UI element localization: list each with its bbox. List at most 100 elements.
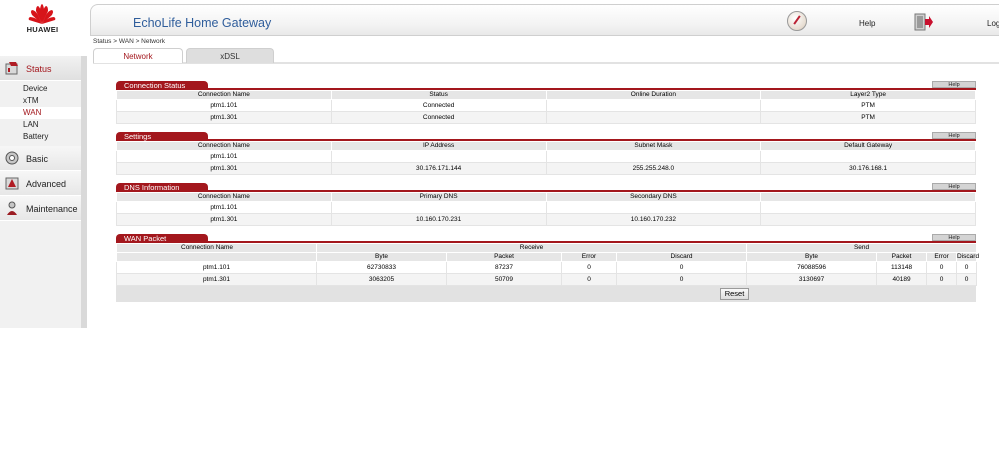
table-row: ptm1.101 <box>116 201 976 214</box>
dns-table: Connection Name Primary DNS Secondary DN… <box>116 192 976 226</box>
sidebar-item-device[interactable]: Device <box>0 83 81 95</box>
column-header: Error <box>561 252 617 262</box>
help-button[interactable]: Help <box>932 132 976 139</box>
status-subitems: Device xTM WAN LAN Battery <box>0 81 81 146</box>
column-header: Connection Name <box>116 90 332 100</box>
help-link[interactable]: Help <box>859 19 875 28</box>
settings-table: Connection Name IP Address Subnet Mask D… <box>116 141 976 175</box>
help-icon[interactable] <box>787 11 807 31</box>
reset-button[interactable]: Reset <box>720 288 749 300</box>
advanced-icon <box>5 177 19 190</box>
table-cell: 0 <box>956 261 978 274</box>
help-button[interactable]: Help <box>932 234 976 241</box>
column-header: Error <box>926 252 958 262</box>
help-button[interactable]: Help <box>932 183 976 190</box>
wan-packet-footer: Reset <box>116 286 976 302</box>
sidebar-item-lan[interactable]: LAN <box>0 119 81 131</box>
table-cell <box>545 150 762 163</box>
logout-link[interactable]: Log <box>987 19 999 28</box>
column-header: Byte <box>316 252 447 262</box>
table-cell: 62730833 <box>316 261 447 274</box>
dns-information-section: DNS Information Help Connection Name Pri… <box>116 183 976 226</box>
huawei-logo: HUAWEI <box>0 0 85 38</box>
connection-status-section: Connection Status Help Connection Name S… <box>116 81 976 124</box>
table-cell: 0 <box>926 261 958 274</box>
table-cell: 10.160.170.231 <box>330 213 547 226</box>
column-header: Primary DNS <box>330 192 547 202</box>
wan-packet-section: WAN Packet Help Connection Name Receive … <box>116 234 979 302</box>
table-cell: ptm1.301 <box>116 213 332 226</box>
page-title: EchoLife Home Gateway <box>133 16 272 30</box>
column-header: Subnet Mask <box>545 141 762 151</box>
maintenance-icon <box>7 201 17 215</box>
section-header: Connection Status Help <box>116 81 976 90</box>
column-header: Default Gateway <box>760 141 976 151</box>
table-cell: ptm1.101 <box>116 201 332 214</box>
table-cell: ptm1.301 <box>116 111 332 124</box>
table-cell: 0 <box>561 261 617 274</box>
column-header: Connection Name <box>116 192 332 202</box>
settings-section: Settings Help Connection Name IP Address… <box>116 132 976 175</box>
wan-packet-table: Connection Name Receive Send Byte Packet… <box>116 243 979 286</box>
table-cell: ptm1.101 <box>116 99 332 112</box>
table-cell: 113148 <box>876 261 928 274</box>
table-cell <box>545 111 762 124</box>
tab-network[interactable]: Network <box>93 48 183 63</box>
table-row: ptm1.101 <box>116 150 976 163</box>
status-icon <box>5 62 18 75</box>
section-header: WAN Packet Help <box>116 234 976 243</box>
sidebar-section-basic-label: Basic <box>26 154 49 164</box>
section-header: DNS Information Help <box>116 183 976 192</box>
logo-text: HUAWEI <box>26 25 59 34</box>
table-cell: 0 <box>615 261 748 274</box>
sidebar-section-maintenance[interactable]: Maintenance <box>0 196 81 221</box>
table-row: ptm1.301 30.176.171.144 255.255.248.0 30… <box>116 162 976 175</box>
table-cell: ptm1.301 <box>116 273 317 286</box>
table-row: ptm1.101 62730833 87237 0 0 76088596 113… <box>116 261 978 274</box>
column-header: Online Duration <box>545 90 762 100</box>
logout-icon[interactable] <box>913 13 933 31</box>
section-title: DNS Information <box>116 183 208 192</box>
sidebar-section-advanced[interactable]: Advanced <box>0 171 81 196</box>
table-cell <box>545 99 762 112</box>
table-row: ptm1.101 Connected PTM <box>116 99 976 112</box>
sidebar-item-battery[interactable]: Battery <box>0 131 81 143</box>
section-title: WAN Packet <box>116 234 208 243</box>
column-header <box>760 192 976 202</box>
help-button[interactable]: Help <box>932 81 976 88</box>
connection-status-table: Connection Name Status Online Duration L… <box>116 90 976 124</box>
column-header: Packet <box>876 252 928 262</box>
sidebar-item-xtm[interactable]: xTM <box>0 95 81 107</box>
tab-bar: Network xDSL <box>93 48 999 64</box>
table-row: ptm1.301 10.160.170.231 10.160.170.232 <box>116 213 976 226</box>
column-header: Discard <box>615 252 748 262</box>
table-cell <box>760 201 976 214</box>
gateway-page: HUAWEI EchoLife Home Gateway Help Log St… <box>0 0 999 466</box>
table-cell <box>760 150 976 163</box>
tab-xdsl[interactable]: xDSL <box>186 48 274 63</box>
table-cell: ptm1.101 <box>116 261 317 274</box>
table-cell: 0 <box>926 273 958 286</box>
sidebar-item-wan[interactable]: WAN <box>0 107 81 119</box>
header-bar: EchoLife Home Gateway Help Log <box>90 4 999 36</box>
table-cell: ptm1.101 <box>116 150 332 163</box>
column-header: Connection Name <box>116 141 332 151</box>
table-cell <box>330 150 547 163</box>
table-cell: 3063205 <box>316 273 447 286</box>
column-header: Connection Name <box>116 243 317 253</box>
sidebar-section-basic[interactable]: Basic <box>0 146 81 171</box>
huawei-flower-icon <box>28 4 56 24</box>
breadcrumb: Status > WAN > Network <box>93 38 166 45</box>
table-cell <box>545 201 762 214</box>
table-cell: PTM <box>760 99 976 112</box>
table-cell: 3130697 <box>746 273 878 286</box>
table-row: ptm1.301 Connected PTM <box>116 111 976 124</box>
table-cell: 30.176.171.144 <box>330 162 547 175</box>
section-title: Connection Status <box>116 81 208 90</box>
sidebar-section-status[interactable]: Status <box>0 56 81 81</box>
column-header: Secondary DNS <box>545 192 762 202</box>
table-cell: 10.160.170.232 <box>545 213 762 226</box>
table-cell <box>330 201 547 214</box>
table-cell: 50709 <box>446 273 562 286</box>
sidebar-section-maintenance-label: Maintenance <box>26 204 78 214</box>
